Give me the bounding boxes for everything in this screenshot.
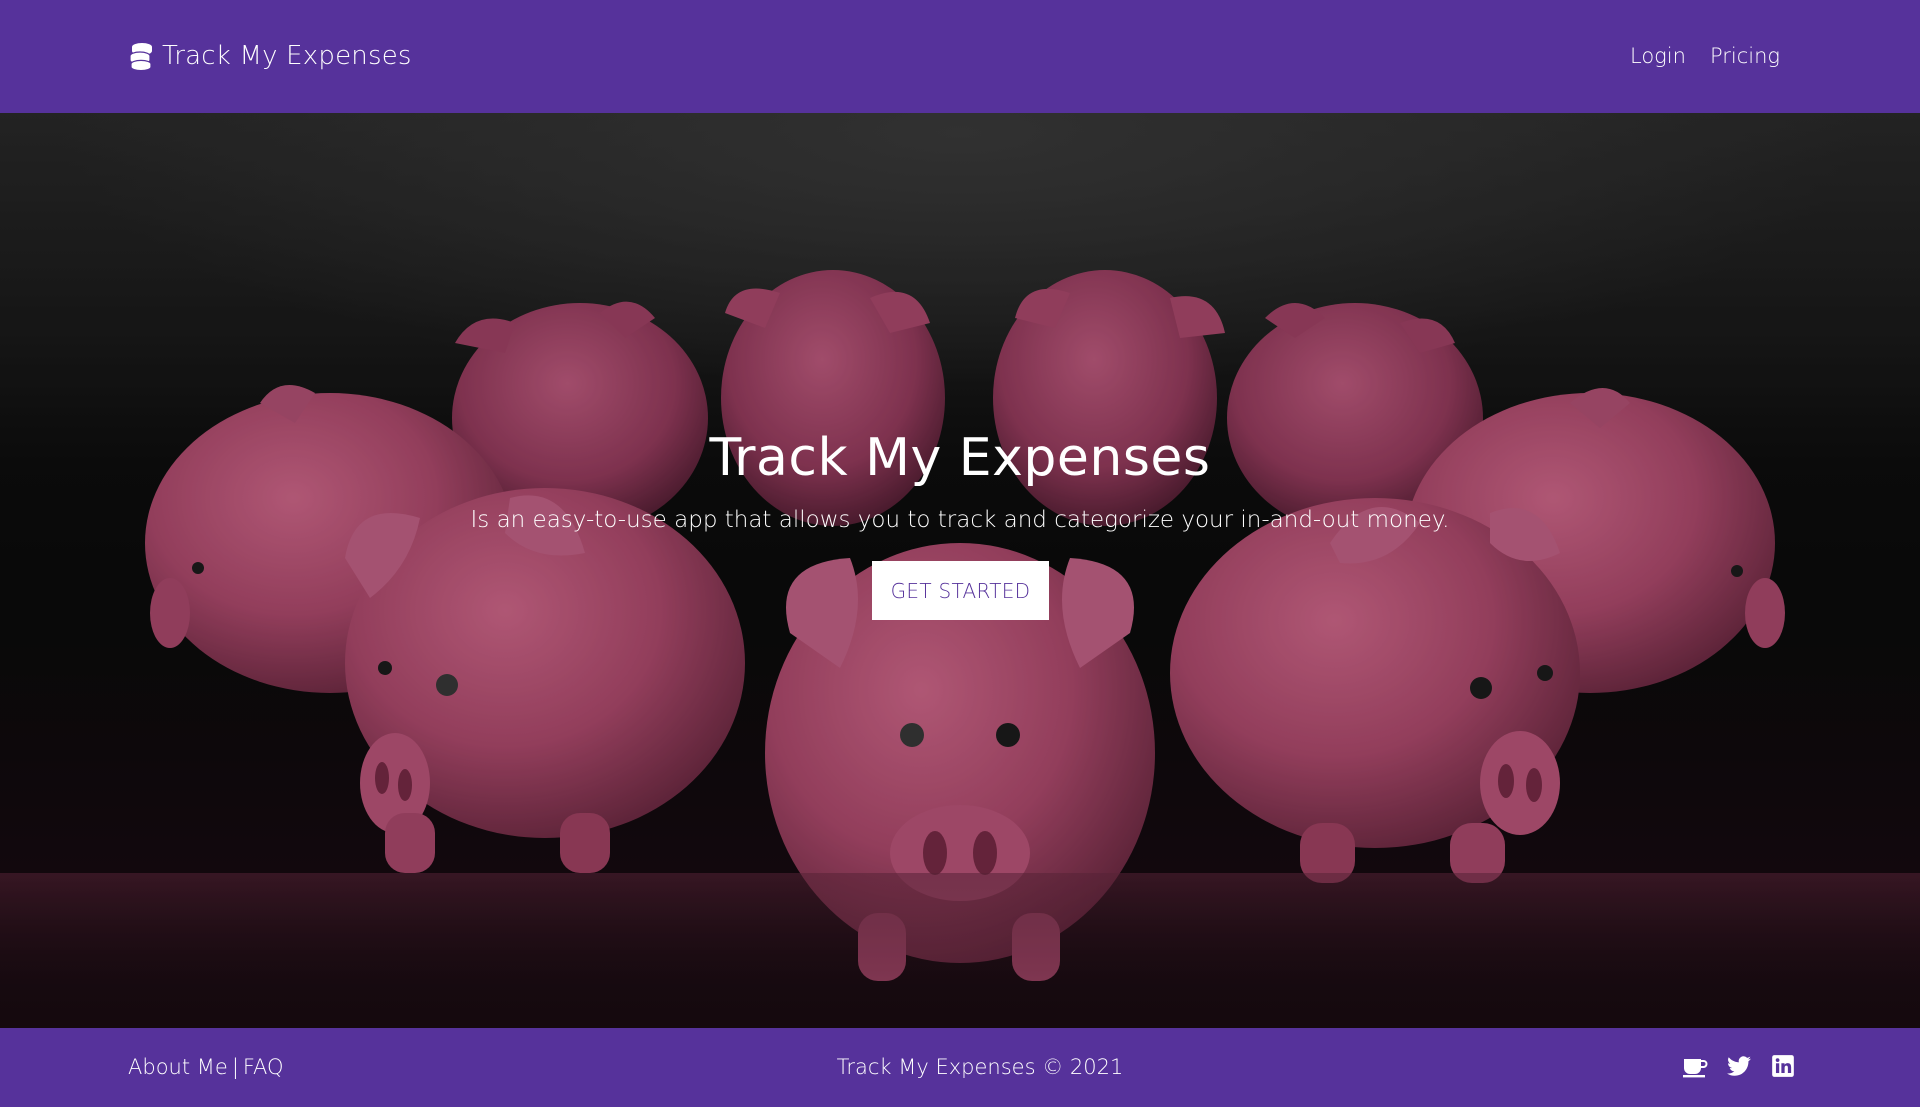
coins-icon [128,41,154,72]
hero-section: Track My Expenses Is an easy-to-use app … [0,113,1920,1028]
coffee-icon[interactable] [1682,1053,1708,1079]
get-started-button[interactable]: GET STARTED [872,561,1049,620]
footer: About Me | FAQ Track My Expenses © 2021 [0,1028,1920,1107]
hero-title: Track My Expenses [709,428,1211,488]
linkedin-icon[interactable] [1770,1053,1796,1079]
top-nav-links: Login Pricing [1630,36,1780,76]
brand-label: Track My Expenses [162,41,412,71]
brand-link[interactable]: Track My Expenses [128,36,412,76]
copyright-text: Track My Expenses © 2021 [836,1055,1124,1079]
hero-subtitle: Is an easy-to-use app that allows you to… [470,507,1450,533]
twitter-icon[interactable] [1726,1053,1752,1079]
social-links [1682,1053,1796,1079]
top-navbar: Track My Expenses Login Pricing [0,0,1920,113]
login-link[interactable]: Login [1630,36,1686,76]
pricing-link[interactable]: Pricing [1710,36,1780,76]
